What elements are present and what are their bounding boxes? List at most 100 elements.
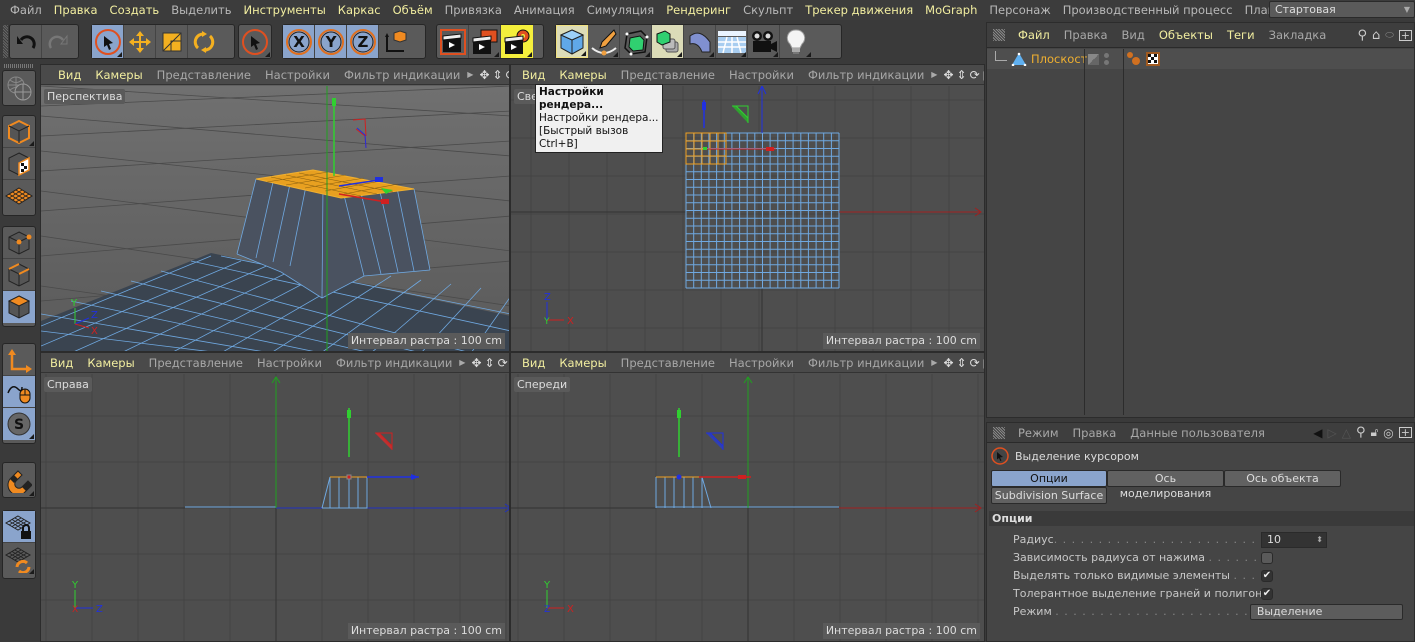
zoom-view-icon[interactable]: ⇕: [493, 68, 503, 82]
menu-sculpt[interactable]: Скульпт: [737, 3, 799, 17]
render-view-button[interactable]: [437, 25, 469, 58]
eye-icon[interactable]: ⬭: [1385, 30, 1394, 41]
polygons-mode-button[interactable]: [3, 291, 35, 323]
menu-edit[interactable]: Правка: [48, 3, 104, 17]
pan-view-icon[interactable]: ✥: [471, 356, 481, 370]
menu-mesh[interactable]: Каркас: [332, 3, 387, 17]
camera-button[interactable]: [748, 25, 780, 58]
column-divider[interactable]: [1123, 49, 1124, 415]
move-button[interactable]: [124, 25, 156, 58]
om-menu-objects[interactable]: Объекты: [1152, 28, 1220, 42]
viewport-menu-view[interactable]: Вид: [51, 68, 88, 82]
gizmo-z-handle[interactable]: [375, 177, 383, 182]
target-icon[interactable]: ◎: [1383, 426, 1393, 440]
z-axis-lock-button[interactable]: Z: [347, 25, 379, 58]
make-editable-button[interactable]: [3, 71, 35, 105]
gizmo-center[interactable]: [346, 474, 352, 480]
viewport-front[interactable]: Вид Камеры Представление Настройки Фильт…: [510, 352, 985, 642]
gizmo-center[interactable]: [703, 147, 707, 150]
viewport-menu-filter[interactable]: Фильтр индикации: [329, 356, 459, 370]
zoom-view-icon[interactable]: ⇕: [957, 68, 967, 82]
panel-grip[interactable]: [993, 426, 1005, 439]
solo-button[interactable]: S: [3, 408, 35, 440]
toggle-view-icon[interactable]: ◰: [983, 68, 984, 82]
gizmo-x-handle[interactable]: [766, 147, 774, 151]
workplane-mode-button[interactable]: [3, 180, 35, 212]
menu-snap[interactable]: Привязка: [439, 3, 508, 17]
om-menu-file[interactable]: Файл: [1011, 28, 1057, 42]
editable-state-icon[interactable]: [1088, 53, 1099, 65]
visibility-dots-icon[interactable]: [1104, 53, 1109, 65]
menu-mograph[interactable]: MoGraph: [919, 3, 983, 17]
recent-tool-button[interactable]: [239, 25, 271, 58]
viewport-menu-filter[interactable]: Фильтр индикации: [801, 356, 931, 370]
menu-character[interactable]: Персонаж: [983, 3, 1056, 17]
points-mode-button[interactable]: [3, 227, 35, 259]
layout-select[interactable]: Стартовая ▼: [1269, 1, 1415, 18]
viewport-menu-display[interactable]: Представление: [614, 356, 722, 370]
coordinate-system-button[interactable]: [379, 25, 411, 58]
viewport-menu-cameras[interactable]: Камеры: [552, 356, 613, 370]
gizmo-x-handle[interactable]: [738, 475, 746, 479]
live-selection-button[interactable]: [92, 25, 124, 58]
gizmo-y-handle[interactable]: [332, 98, 336, 106]
edges-mode-button[interactable]: [3, 259, 35, 291]
redo-button[interactable]: [42, 25, 74, 58]
rotate-view-icon[interactable]: ⟳: [970, 356, 980, 370]
viewport-menu-display[interactable]: Представление: [142, 356, 250, 370]
rotate-button[interactable]: [188, 25, 220, 58]
am-menu-userdata[interactable]: Данные пользователя: [1123, 426, 1272, 440]
menu-animate[interactable]: Анимация: [508, 3, 581, 17]
workplane-align-button[interactable]: [3, 543, 35, 575]
forward-arrow-icon[interactable]: ▷: [1328, 426, 1337, 440]
zoom-view-icon[interactable]: ⇕: [485, 356, 495, 370]
pen-spline-button[interactable]: [588, 25, 620, 58]
om-menu-edit[interactable]: Правка: [1057, 28, 1115, 42]
more-menu-arrow-icon[interactable]: ▶: [459, 358, 465, 367]
viewport-menu-view[interactable]: Вид: [515, 68, 552, 82]
am-menu-mode[interactable]: Режим: [1011, 426, 1066, 440]
viewport-menu-options[interactable]: Настройки: [722, 68, 801, 82]
left-toolbar-grip[interactable]: [4, 64, 34, 68]
viewport-menu-display[interactable]: Представление: [614, 68, 722, 82]
pan-view-icon[interactable]: ✥: [943, 356, 953, 370]
viewport-canvas[interactable]: Y Z X Перспектива Интервал растра : 100 …: [41, 85, 509, 351]
new-panel-icon[interactable]: +: [1398, 29, 1412, 41]
menu-motion-tracker[interactable]: Трекер движения: [799, 3, 919, 17]
menu-tools[interactable]: Инструменты: [238, 3, 332, 17]
viewport-menu-options[interactable]: Настройки: [258, 68, 337, 82]
tweak-mode-button[interactable]: [3, 376, 35, 408]
render-settings-button[interactable]: [501, 25, 533, 58]
model-mode-button[interactable]: [3, 116, 35, 148]
tab-options[interactable]: Опции: [991, 470, 1107, 487]
x-axis-lock-button[interactable]: X: [283, 25, 315, 58]
viewport-menu-options[interactable]: Настройки: [722, 356, 801, 370]
back-arrow-icon[interactable]: ◀: [1313, 426, 1322, 440]
workplane-lock-button[interactable]: [3, 511, 35, 543]
phong-tag-icon[interactable]: [1126, 51, 1142, 67]
subdivision-surface-button[interactable]: [620, 25, 652, 58]
rotate-view-icon[interactable]: ⟳: [970, 68, 980, 82]
om-menu-tags[interactable]: Теги: [1220, 28, 1262, 42]
more-menu-arrow-icon[interactable]: ▶: [931, 358, 937, 367]
texture-mode-button[interactable]: [3, 148, 35, 180]
bend-deformer-button[interactable]: [684, 25, 716, 58]
panel-grip[interactable]: [993, 29, 1005, 41]
toggle-view-icon[interactable]: ◰: [983, 356, 984, 370]
viewport-menu-filter[interactable]: Фильтр индикации: [801, 68, 931, 82]
up-arrow-icon[interactable]: △: [1342, 426, 1351, 440]
gizmo-y-handle[interactable]: [347, 410, 351, 418]
radius-input[interactable]: 10 ⬍: [1261, 531, 1327, 548]
menu-pipeline[interactable]: Производственный процесс: [1057, 3, 1239, 17]
rotate-view-icon[interactable]: ⟳: [498, 356, 508, 370]
gizmo-x-handle[interactable]: [381, 199, 389, 204]
menu-simulate[interactable]: Симуляция: [581, 3, 660, 17]
column-divider[interactable]: [1084, 49, 1085, 415]
new-panel-icon[interactable]: +: [1398, 427, 1412, 438]
material-checker-tag-icon[interactable]: [1146, 52, 1160, 66]
viewport-menu-view[interactable]: Вид: [43, 356, 80, 370]
stepper-icon[interactable]: ⬍: [1316, 533, 1323, 547]
viewport-menu-view[interactable]: Вид: [515, 356, 552, 370]
tab-subdivision-surface[interactable]: Subdivision Surface: [991, 487, 1107, 504]
floor-button[interactable]: [716, 25, 748, 58]
